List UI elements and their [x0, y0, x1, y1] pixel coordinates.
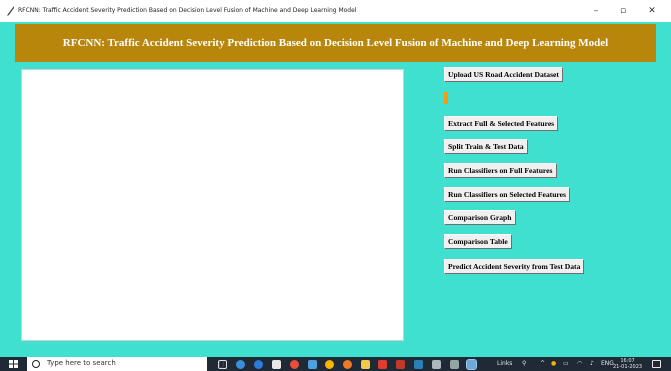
chevron-up-icon[interactable]: ^	[540, 360, 545, 367]
pdf-icon[interactable]	[378, 360, 387, 369]
app-icon-red[interactable]	[396, 360, 405, 369]
search-placeholder: Type here to search	[47, 359, 116, 367]
app-heading: RFCNN: Traffic Accident Severity Predict…	[62, 37, 609, 49]
paint-icon[interactable]	[308, 360, 317, 369]
maximize-button[interactable]: ▫	[612, 4, 634, 18]
system-clock[interactable]: 16:07 21-01-2023	[613, 358, 642, 370]
battery-icon[interactable]: ▭	[563, 360, 569, 367]
volume-icon[interactable]: ♪	[590, 360, 594, 367]
upload-dataset-button[interactable]: Upload US Road Accident Dataset	[444, 67, 563, 82]
chrome-icon[interactable]	[325, 360, 334, 369]
app-icon[interactable]	[290, 360, 299, 369]
app-icon-grey[interactable]	[450, 360, 459, 369]
network-status-icon[interactable]: ●	[551, 360, 556, 367]
active-app-icon[interactable]	[466, 359, 477, 370]
header-banner: RFCNN: Traffic Accident Severity Predict…	[15, 24, 656, 62]
python-icon[interactable]	[414, 360, 423, 369]
extract-features-button[interactable]: Extract Full & Selected Features	[444, 116, 559, 131]
windows-start-icon[interactable]	[9, 360, 18, 368]
links-toolbar[interactable]: Links	[497, 360, 512, 367]
task-view-icon[interactable]	[218, 360, 227, 369]
close-button[interactable]: ✕	[641, 4, 663, 18]
cortana-icon	[32, 360, 40, 368]
minimize-button[interactable]: –	[585, 4, 607, 18]
people-icon[interactable]: ⚲	[522, 360, 526, 367]
firefox-icon[interactable]	[343, 360, 352, 369]
comparison-table-button[interactable]: Comparison Table	[444, 234, 512, 249]
feather-icon	[7, 6, 14, 16]
notepad-icon[interactable]	[432, 360, 441, 369]
output-text-area[interactable]	[21, 69, 404, 341]
edge-browser-icon[interactable]	[236, 360, 245, 369]
internet-explorer-icon[interactable]	[254, 360, 263, 369]
taskbar-search-box[interactable]: Type here to search	[27, 357, 224, 371]
clock-date: 21-01-2023	[613, 364, 643, 370]
run-classifiers-full-button[interactable]: Run Classifiers on Full Features	[444, 163, 557, 178]
window-title: RFCNN: Traffic Accident Severity Predict…	[18, 7, 357, 14]
file-path-label	[444, 92, 448, 104]
predict-severity-button[interactable]: Predict Accident Severity from Test Data	[444, 259, 585, 274]
file-explorer-icon[interactable]	[361, 360, 370, 369]
window-title-bar: RFCNN: Traffic Accident Severity Predict…	[0, 0, 671, 22]
language-icon[interactable]: ENG	[601, 360, 614, 367]
wifi-icon[interactable]: ◠	[577, 360, 582, 367]
run-classifiers-selected-button[interactable]: Run Classifiers on Selected Features	[444, 187, 570, 202]
store-icon[interactable]	[272, 360, 281, 369]
comparison-graph-button[interactable]: Comparison Graph	[444, 210, 516, 225]
notification-icon[interactable]	[652, 360, 661, 368]
split-data-button[interactable]: Split Train & Test Data	[444, 139, 528, 154]
taskbar: Type here to search Links ⚲ ^ ● ▭ ◠ ♪ EN…	[0, 357, 671, 371]
